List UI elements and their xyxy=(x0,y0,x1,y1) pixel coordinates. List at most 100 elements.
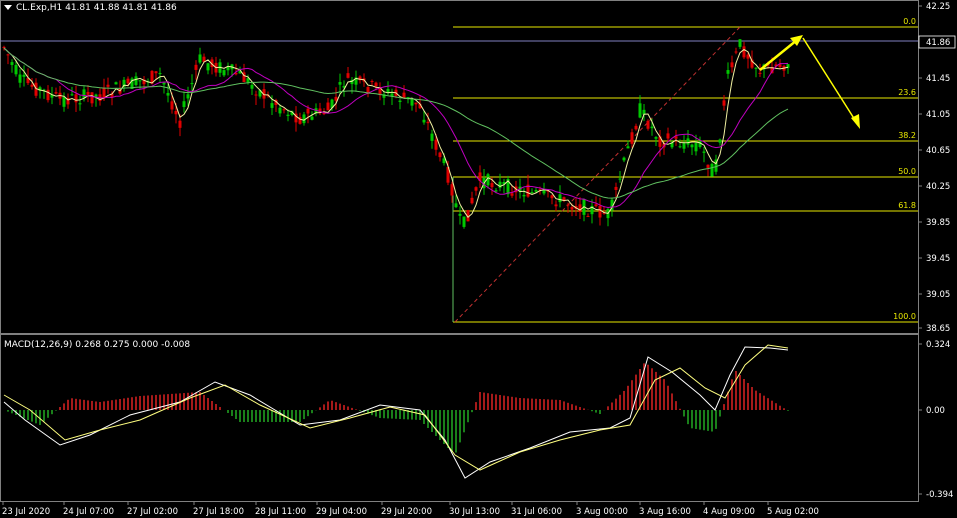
candle-body xyxy=(742,46,746,58)
time-tick-label: 30 Jul 13:00 xyxy=(449,507,500,517)
candle-body xyxy=(306,108,310,114)
candle-body xyxy=(470,197,474,204)
candle-body xyxy=(754,67,758,69)
candle-body xyxy=(254,94,258,96)
candle-body xyxy=(186,94,190,99)
candle-body xyxy=(166,92,170,96)
candle-body xyxy=(14,64,18,75)
candle-body xyxy=(346,73,350,78)
candle-body xyxy=(206,63,210,71)
time-tick-label: 4 Aug 09:00 xyxy=(703,507,755,517)
candle-body xyxy=(338,82,342,85)
candle-body xyxy=(598,205,602,218)
fib-level-label: 38.2 xyxy=(898,131,916,140)
candle-body xyxy=(646,120,650,129)
time-tick-label: 3 Aug 16:00 xyxy=(639,507,691,517)
fib-level-label: 50.0 xyxy=(898,167,916,176)
chart-window[interactable]: CL.Exp,H1 41.81 41.88 41.81 41.86 MACD(1… xyxy=(0,0,957,518)
price-tick-label: 41.05 xyxy=(926,110,950,120)
time-tick-label: 28 Jul 11:00 xyxy=(255,507,306,517)
candle-body xyxy=(82,89,86,98)
macd-tick-label: 0.00 xyxy=(926,406,945,416)
candle-body xyxy=(10,62,14,65)
price-tick-label: 42.25 xyxy=(926,2,950,12)
candle-body xyxy=(54,92,58,94)
candle-body xyxy=(734,51,738,53)
candlesticks xyxy=(2,39,790,229)
candle-body xyxy=(278,107,282,114)
candle-body xyxy=(594,204,598,207)
fib-level-label: 100.0 xyxy=(893,312,916,321)
price-tick-label: 39.85 xyxy=(926,218,950,228)
price-axis: 42.25 41.86 41.45 41.05 40.65 40.25 39.85 39.45… xyxy=(918,2,956,334)
candle-body xyxy=(726,70,730,74)
candle-body xyxy=(106,84,110,87)
candle-body xyxy=(686,138,690,145)
fib-level-label: 61.8 xyxy=(898,201,916,210)
time-tick-label: 29 Jul 20:00 xyxy=(381,507,432,517)
candle-body xyxy=(434,139,438,150)
candle-body xyxy=(282,109,286,111)
candle-body xyxy=(86,91,90,95)
candle-body xyxy=(706,164,710,168)
candle-body xyxy=(190,83,194,85)
candle-body xyxy=(678,146,682,148)
candle-body xyxy=(490,183,494,188)
candle-body xyxy=(22,74,26,77)
candle-body xyxy=(386,89,390,93)
forecast-arrows[interactable] xyxy=(759,35,860,129)
candle-body xyxy=(550,195,554,199)
candle-body xyxy=(170,101,174,110)
down-arrow-line xyxy=(802,37,856,121)
candle-body xyxy=(30,84,34,87)
candle-body xyxy=(182,101,186,108)
candle-body xyxy=(702,151,706,153)
chart-canvas[interactable]: 0.0 23.6 38.2 50.0 61.8 100.0 42.25 41.86 41.45… xyxy=(0,0,957,518)
candle-body xyxy=(614,186,618,190)
time-tick-label: 24 Jul 07:00 xyxy=(63,507,114,517)
candle-body xyxy=(426,121,430,124)
candle-body xyxy=(194,64,198,70)
candle-body xyxy=(174,110,178,115)
time-axis: 23 Jul 2020 24 Jul 07:00 27 Jul 02:00 27 Ju… xyxy=(2,501,819,517)
candle-body xyxy=(422,119,426,123)
price-pane xyxy=(0,0,919,334)
candle-body xyxy=(454,203,458,208)
candle-body xyxy=(430,133,434,141)
candle-body xyxy=(154,71,158,74)
candle-body xyxy=(286,114,290,117)
candle-body xyxy=(62,96,66,107)
candle-body xyxy=(114,82,118,85)
candle-body xyxy=(398,100,402,102)
candle-body xyxy=(310,116,314,120)
candle-body xyxy=(270,103,274,108)
candle-body xyxy=(618,178,622,180)
candle-body xyxy=(70,94,74,96)
candle-body xyxy=(450,184,454,196)
candle-body xyxy=(2,46,6,49)
candle-body xyxy=(46,89,50,101)
candle-body xyxy=(718,139,722,143)
price-tick-label: 40.25 xyxy=(926,182,950,192)
candle-body xyxy=(650,126,654,129)
candle-body xyxy=(730,62,734,68)
time-tick-label: 3 Aug 00:00 xyxy=(576,507,628,517)
candle-body xyxy=(302,114,306,124)
candle-body xyxy=(558,194,562,203)
candle-body xyxy=(722,100,726,106)
candle-body xyxy=(570,207,574,210)
candle-body xyxy=(474,187,478,191)
candle-body xyxy=(250,84,254,89)
price-tick-label: 41.86 xyxy=(926,38,950,48)
price-tick-label: 41.45 xyxy=(926,74,950,84)
candle-body xyxy=(554,204,558,207)
candle-body xyxy=(198,54,202,63)
fib-trend-line xyxy=(454,26,741,323)
candle-body xyxy=(758,72,762,74)
candle-body xyxy=(634,125,638,130)
candle-body xyxy=(738,39,742,47)
candle-body xyxy=(178,120,182,128)
price-tick-label: 39.45 xyxy=(926,254,950,264)
time-tick-label: 5 Aug 02:00 xyxy=(767,507,819,517)
macd-tick-label: -0.394 xyxy=(926,490,953,500)
